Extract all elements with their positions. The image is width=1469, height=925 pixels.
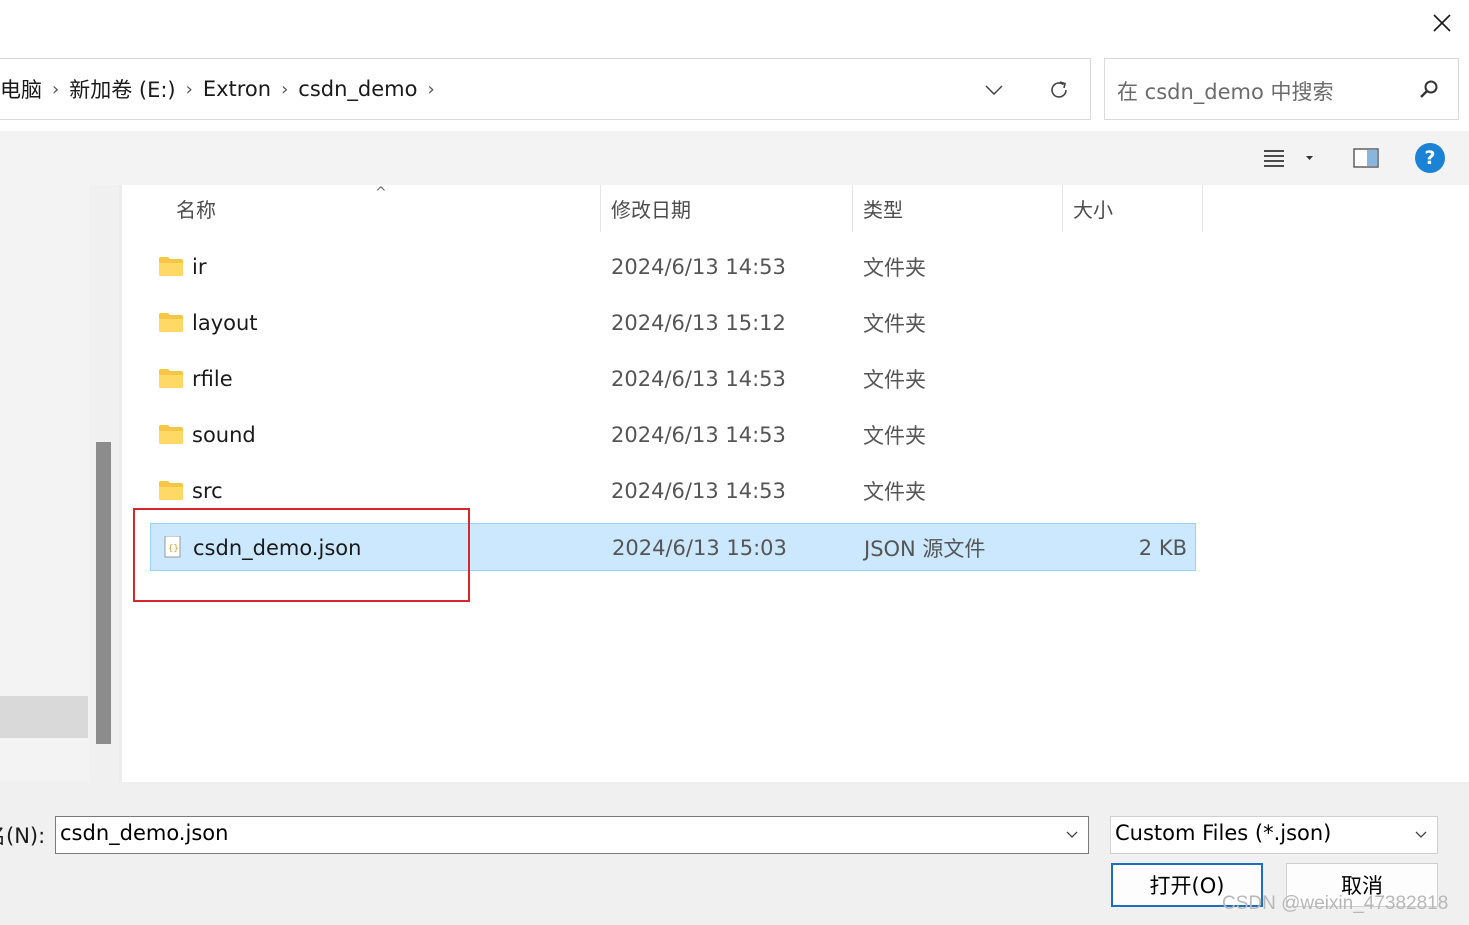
file-name: src — [192, 479, 223, 503]
chevron-right-icon[interactable]: › — [277, 79, 292, 100]
filetype-dropdown-button[interactable] — [1411, 825, 1431, 845]
preview-pane-icon — [1353, 148, 1379, 168]
caret-down-icon — [1306, 156, 1313, 160]
column-header-size-label: 大小 — [1073, 198, 1113, 222]
file-row-selected[interactable]: {} csdn_demo.json 2024/6/13 15:03 JSON 源… — [150, 523, 1196, 571]
file-name: layout — [192, 311, 258, 335]
chevron-down-icon — [1066, 831, 1078, 838]
address-history-button[interactable] — [972, 73, 1016, 107]
dialog-footer: 名(N): csdn_demo.json Custom Files (*.jso… — [0, 782, 1469, 925]
column-header-date[interactable]: 修改日期 — [601, 185, 852, 232]
breadcrumb-this-pc[interactable]: 此电脑 — [0, 74, 48, 104]
sort-up-icon: ^ — [375, 185, 387, 201]
file-name: ir — [192, 255, 207, 279]
toolbar: ? — [0, 131, 1469, 185]
file-type: 文件夹 — [863, 256, 926, 280]
column-header-type-label: 类型 — [863, 198, 903, 222]
nav-scrollbar-thumb[interactable] — [96, 442, 111, 744]
close-icon — [1433, 14, 1451, 32]
column-header-date-label: 修改日期 — [611, 198, 691, 222]
column-separator[interactable] — [1202, 185, 1203, 232]
folder-icon — [159, 257, 183, 276]
file-date: 2024/6/13 14:53 — [611, 479, 786, 503]
file-date: 2024/6/13 14:53 — [611, 367, 786, 391]
search-icon[interactable] — [1418, 78, 1440, 100]
chevron-right-icon[interactable]: › — [423, 79, 438, 100]
column-header-name-label: 名称 — [176, 198, 216, 222]
column-header-size[interactable]: 大小 — [1063, 185, 1202, 232]
folder-icon — [159, 369, 183, 388]
nav-selected-item[interactable] — [0, 696, 88, 738]
filetype-select[interactable]: Custom Files (*.json) — [1110, 816, 1438, 854]
file-list[interactable]: 名称 ^ 修改日期 类型 大小 ir 2024/6/13 14:53 文件夹 l… — [122, 185, 1469, 782]
file-name: rfile — [192, 367, 233, 391]
file-date: 2024/6/13 15:03 — [612, 536, 787, 560]
filename-label: 名(N): — [0, 824, 46, 848]
refresh-icon — [1051, 81, 1067, 98]
chevron-down-icon — [1415, 831, 1427, 838]
filename-dropdown-button[interactable] — [1062, 825, 1082, 845]
filename-input[interactable]: csdn_demo.json — [55, 816, 1089, 854]
file-row[interactable]: layout 2024/6/13 15:12 文件夹 — [150, 299, 1196, 347]
file-type: JSON 源文件 — [864, 537, 986, 561]
column-header-type[interactable]: 类型 — [853, 185, 1062, 232]
refresh-button[interactable] — [1037, 73, 1081, 107]
file-name: csdn_demo.json — [193, 536, 362, 560]
json-file-icon: {} — [164, 536, 181, 558]
file-row[interactable]: ir 2024/6/13 14:53 文件夹 — [150, 243, 1196, 291]
file-type: 文件夹 — [863, 424, 926, 448]
help-button[interactable]: ? — [1415, 143, 1445, 173]
filename-value: csdn_demo.json — [60, 821, 229, 845]
preview-pane-button[interactable] — [1350, 143, 1382, 173]
search-input[interactable]: 在 csdn_demo 中搜索 — [1104, 58, 1459, 120]
chevron-down-icon — [985, 85, 1003, 95]
list-view-icon — [1264, 150, 1284, 167]
file-type: 文件夹 — [863, 312, 926, 336]
file-row[interactable]: src 2024/6/13 14:53 文件夹 — [150, 467, 1196, 515]
chevron-right-icon[interactable]: › — [182, 79, 197, 100]
folder-icon — [159, 481, 183, 500]
file-type: 文件夹 — [863, 368, 926, 392]
breadcrumb-extron[interactable]: Extron — [197, 77, 277, 101]
address-bar[interactable]: 此电脑 › 新加卷 (E:) › Extron › csdn_demo › — [0, 58, 1091, 120]
folder-icon — [159, 425, 183, 444]
file-date: 2024/6/13 15:12 — [611, 311, 786, 335]
file-date: 2024/6/13 14:53 — [611, 255, 786, 279]
close-button[interactable] — [1418, 4, 1466, 42]
file-name: sound — [192, 423, 256, 447]
folder-icon — [159, 313, 183, 332]
breadcrumb-csdn-demo[interactable]: csdn_demo — [292, 77, 423, 101]
breadcrumb: 此电脑 › 新加卷 (E:) › Extron › csdn_demo › — [0, 59, 439, 119]
search-placeholder: 在 csdn_demo 中搜索 — [1117, 80, 1334, 104]
chevron-right-icon[interactable]: › — [48, 79, 63, 100]
view-options-button[interactable] — [1262, 143, 1322, 173]
watermark: CSDN @weixin_47382818 — [1222, 893, 1449, 914]
file-type: 文件夹 — [863, 480, 926, 504]
file-date: 2024/6/13 14:53 — [611, 423, 786, 447]
navigation-pane[interactable] — [0, 185, 89, 782]
file-row[interactable]: sound 2024/6/13 14:53 文件夹 — [150, 411, 1196, 459]
svg-text:{}: {} — [168, 544, 179, 554]
filetype-value: Custom Files (*.json) — [1115, 821, 1332, 845]
file-size: 2 KB — [1138, 536, 1187, 560]
file-row[interactable]: rfile 2024/6/13 14:53 文件夹 — [150, 355, 1196, 403]
breadcrumb-drive-e[interactable]: 新加卷 (E:) — [63, 74, 181, 104]
